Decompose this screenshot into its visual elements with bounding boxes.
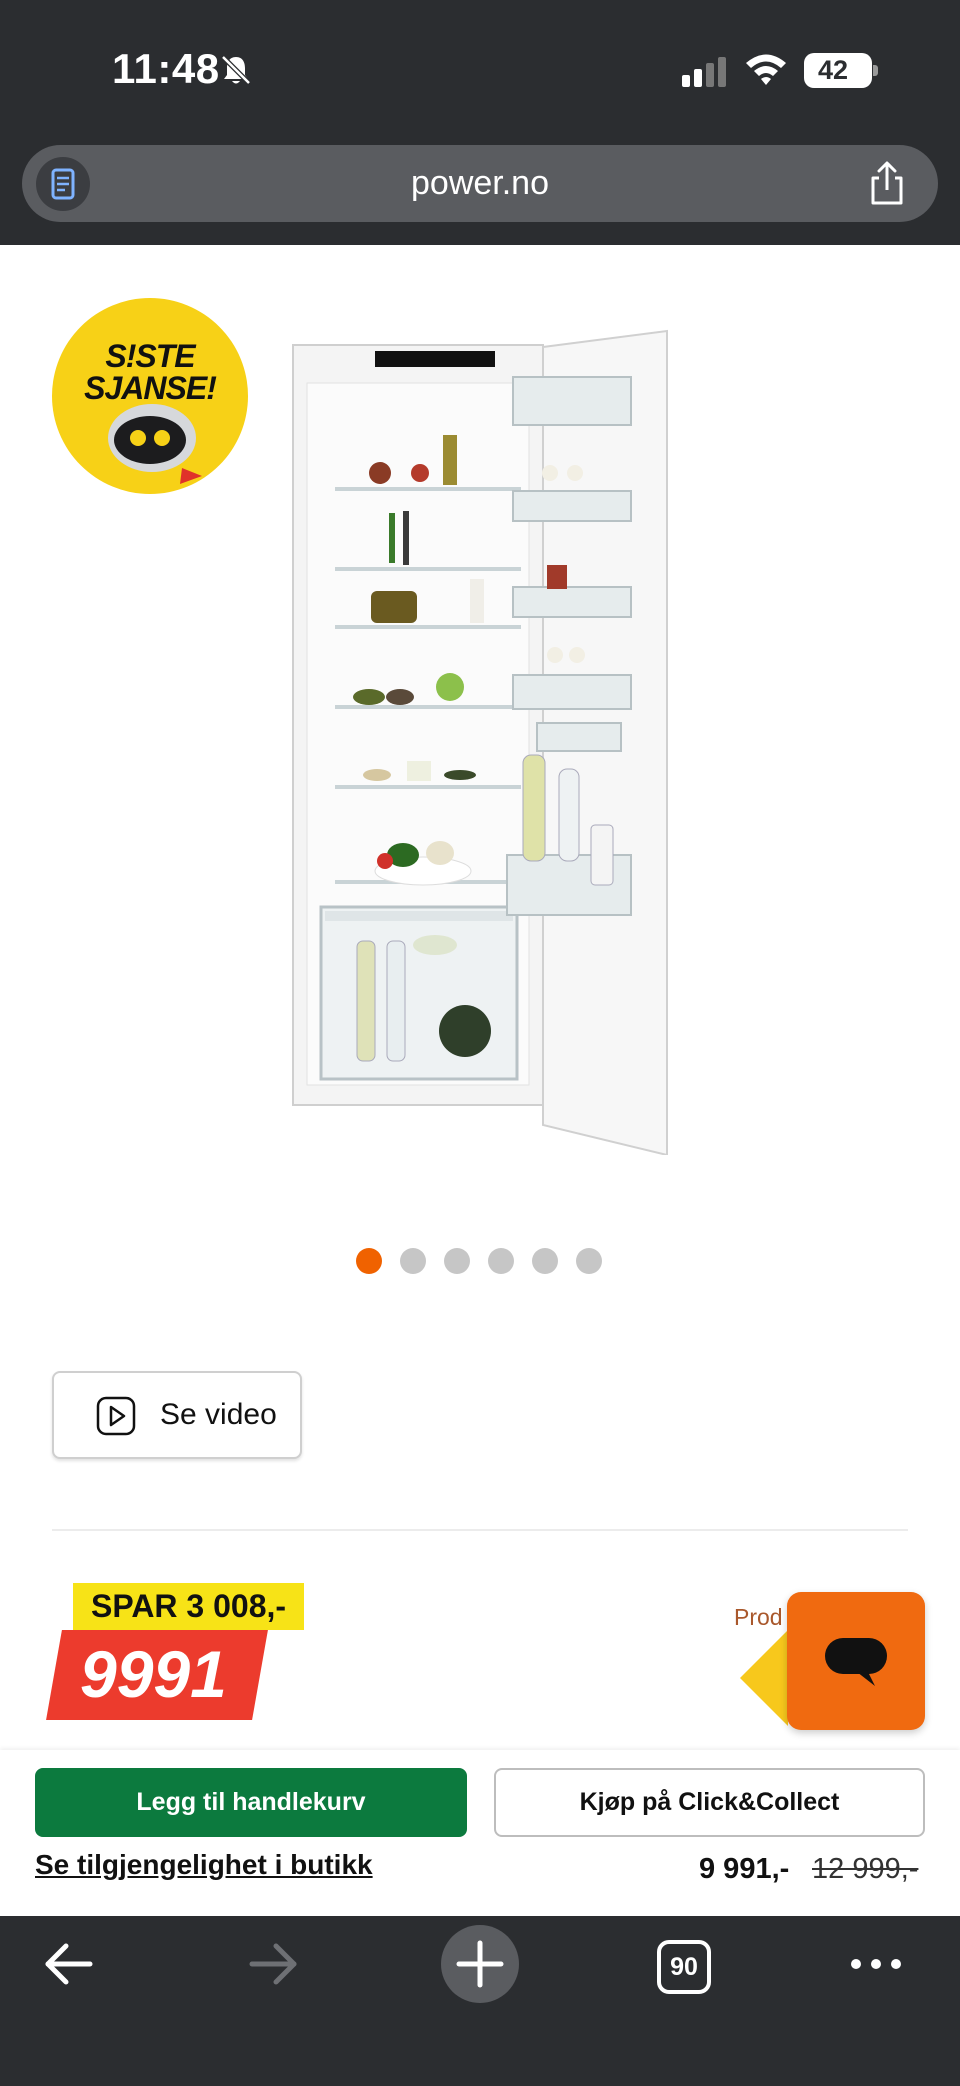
price-big: 9991 — [80, 1637, 227, 1711]
section-divider — [52, 1529, 908, 1531]
cellular-signal-icon — [682, 57, 726, 87]
plus-icon — [456, 1940, 504, 1988]
product-info-partial: Prod — [734, 1604, 783, 1630]
browser-bottom-toolbar: 90 — [0, 1916, 960, 2086]
click-and-collect-button[interactable]: Kjøp på Click&Collect — [494, 1768, 925, 1837]
bell-muted-icon — [221, 55, 251, 85]
savings-badge: SPAR 3 008,- — [73, 1583, 305, 1630]
gallery-dot[interactable] — [444, 1248, 470, 1274]
back-arrow-icon[interactable] — [38, 1934, 98, 1994]
more-options-icon[interactable] — [846, 1934, 906, 1994]
mascot-robot-icon — [108, 404, 202, 484]
status-time: 11:48 — [112, 45, 220, 92]
browser-top-chrome: 11:48 42 power.no — [0, 0, 960, 245]
image-gallery-dots — [356, 1248, 606, 1276]
yellow-arrow-shape — [740, 1630, 788, 1726]
current-price: 9 991,- — [699, 1853, 790, 1885]
gallery-dot[interactable] — [488, 1248, 514, 1274]
product-image-fridge[interactable] — [285, 325, 685, 1155]
chat-bubble-icon — [825, 1638, 887, 1686]
add-to-cart-button[interactable]: Legg til handlekurv — [35, 1768, 467, 1837]
gallery-dot[interactable] — [532, 1248, 558, 1274]
old-price: 12 999,- — [812, 1853, 919, 1885]
forward-arrow-icon[interactable] — [244, 1934, 304, 1994]
tab-count: 90 — [670, 1953, 698, 1981]
sticky-purchase-bar: Legg til handlekurv Kjøp på Click&Collec… — [0, 1750, 960, 1916]
gallery-dot[interactable] — [356, 1248, 382, 1274]
watch-video-button[interactable]: Se video — [52, 1371, 302, 1459]
tabs-button[interactable]: 90 — [657, 1940, 711, 1994]
address-bar[interactable]: power.no — [22, 145, 938, 222]
share-icon[interactable] — [862, 159, 912, 209]
gallery-dot[interactable] — [400, 1248, 426, 1274]
play-icon — [96, 1396, 136, 1436]
new-tab-button[interactable] — [441, 1925, 519, 2003]
wifi-icon — [746, 54, 786, 85]
url-text[interactable]: power.no — [22, 145, 938, 222]
last-chance-badge: S!STE SJANSE! — [52, 298, 248, 494]
watch-video-label: Se video — [160, 1398, 277, 1431]
battery-tip — [873, 65, 878, 76]
chat-button[interactable] — [787, 1592, 925, 1730]
battery-level: 42 — [817, 55, 849, 85]
battery-indicator: 42 — [804, 53, 878, 88]
gallery-dot[interactable] — [576, 1248, 602, 1274]
store-availability-link[interactable]: Se tilgjengelighet i butikk — [35, 1845, 373, 1885]
